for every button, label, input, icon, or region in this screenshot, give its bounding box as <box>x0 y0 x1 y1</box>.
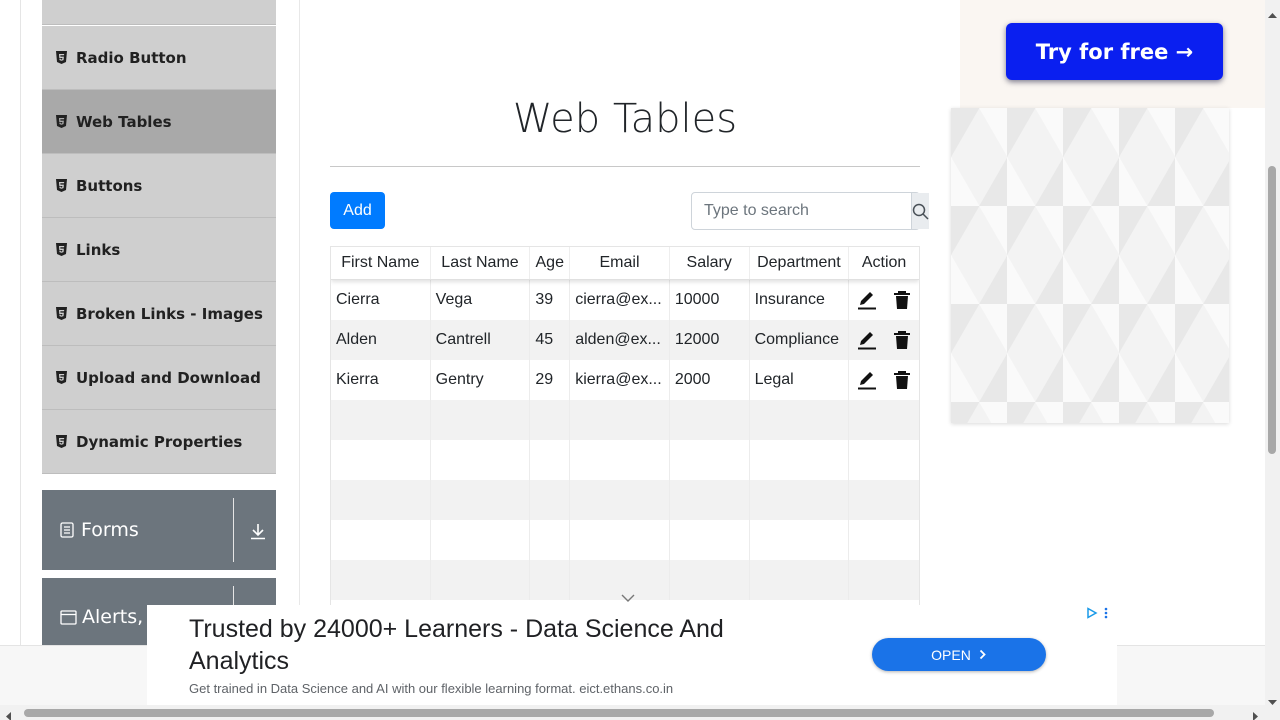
page-title: Web Tables <box>512 96 738 142</box>
sidebar-item-label: Upload and Download <box>76 368 261 387</box>
vertical-scrollbar-thumb[interactable] <box>1268 166 1276 454</box>
cell-email: cierra@ex... <box>570 280 670 320</box>
delete-icon[interactable] <box>893 370 911 390</box>
column-header-action[interactable]: Action <box>849 247 919 279</box>
open-label: OPEN <box>931 646 971 663</box>
cell-last-name: Cantrell <box>431 320 531 360</box>
cell-age: 29 <box>530 360 571 400</box>
html5-icon <box>56 370 68 385</box>
table-body: Cierra Vega 39 cierra@ex... 10000 Insura… <box>331 280 919 600</box>
sidebar-item-label: Buttons <box>76 176 143 195</box>
sidebar-border <box>299 0 300 705</box>
edit-icon[interactable] <box>857 330 877 350</box>
edit-icon[interactable] <box>857 370 877 390</box>
search-box <box>691 192 929 230</box>
html5-icon <box>56 50 68 65</box>
cell-salary: 12000 <box>670 320 750 360</box>
search-icon <box>912 203 929 220</box>
html5-icon <box>56 434 68 449</box>
sidebar-item-web-tables[interactable]: Web Tables <box>42 90 276 154</box>
sidebar-group-label: Forms <box>81 519 139 541</box>
left-border <box>20 0 21 705</box>
sidebar-item-links[interactable]: Links <box>42 218 276 282</box>
chevron-right-icon <box>979 649 987 660</box>
table-row-empty <box>331 520 919 560</box>
cell-department: Legal <box>750 360 850 400</box>
column-header-last-name[interactable]: Last Name <box>431 247 531 279</box>
html5-icon <box>56 114 68 129</box>
sidebar-item-label: Links <box>76 240 121 259</box>
cell-department: Compliance <box>750 320 850 360</box>
ad-choices-icon[interactable] <box>1086 607 1098 619</box>
cell-email: alden@ex... <box>570 320 670 360</box>
horizontal-scrollbar-thumb[interactable] <box>24 709 1214 717</box>
side-ad-image <box>951 108 1229 423</box>
table-row: Alden Cantrell 45 alden@ex... 12000 Comp… <box>331 320 919 360</box>
page: Radio Button Web Tables Buttons Links Br… <box>0 0 1280 720</box>
group-divider <box>233 498 234 562</box>
scroll-right-arrow-icon[interactable] <box>1253 708 1259 720</box>
delete-icon[interactable] <box>893 330 911 350</box>
column-header-first-name[interactable]: First Name <box>331 247 431 279</box>
cell-salary: 2000 <box>670 360 750 400</box>
form-icon <box>60 522 74 538</box>
add-button[interactable]: Add <box>330 192 385 229</box>
html5-icon <box>56 306 68 321</box>
try-for-free-button[interactable]: Try for free → <box>1006 23 1223 80</box>
cell-last-name: Vega <box>431 280 531 320</box>
sidebar-item-buttons[interactable]: Buttons <box>42 154 276 218</box>
cell-department: Insurance <box>750 280 850 320</box>
search-button[interactable] <box>911 193 929 229</box>
cell-last-name: Gentry <box>431 360 531 400</box>
sidebar-item-upload-download[interactable]: Upload and Download <box>42 346 276 410</box>
cell-action <box>849 360 919 400</box>
html5-icon <box>56 242 68 257</box>
sidebar-group-forms[interactable]: Forms <box>42 490 276 570</box>
search-input[interactable] <box>692 193 911 229</box>
edit-icon[interactable] <box>857 290 877 310</box>
more-options-icon[interactable] <box>1104 607 1108 619</box>
table-row: Kierra Gentry 29 kierra@ex... 2000 Legal <box>331 360 919 400</box>
sidebar-item-partial[interactable] <box>42 0 276 25</box>
bottom-ad: Trusted by 24000+ Learners - Data Scienc… <box>147 605 1117 705</box>
column-header-email[interactable]: Email <box>570 247 670 279</box>
cell-age: 45 <box>530 320 571 360</box>
table-row-empty <box>331 440 919 480</box>
cell-age: 39 <box>530 280 571 320</box>
table-row: Cierra Vega 39 cierra@ex... 10000 Insura… <box>331 280 919 320</box>
ad-choices[interactable] <box>1086 607 1108 619</box>
sidebar-item-label: Radio Button <box>76 48 187 67</box>
title-divider <box>330 166 920 167</box>
cell-salary: 10000 <box>670 280 750 320</box>
cell-email: kierra@ex... <box>570 360 670 400</box>
scroll-left-arrow-icon[interactable] <box>5 708 11 720</box>
open-button[interactable]: OPEN <box>872 638 1046 671</box>
ad-headline[interactable]: Trusted by 24000+ Learners - Data Scienc… <box>189 613 829 677</box>
sidebar-item-label: Web Tables <box>76 112 172 131</box>
cell-first-name: Cierra <box>331 280 431 320</box>
column-header-salary[interactable]: Salary <box>670 247 750 279</box>
delete-icon[interactable] <box>893 290 911 310</box>
sidebar-item-radio-button[interactable]: Radio Button <box>42 26 276 90</box>
sidebar-item-dynamic-properties[interactable]: Dynamic Properties <box>42 410 276 474</box>
column-header-department[interactable]: Department <box>750 247 850 279</box>
cell-action <box>849 320 919 360</box>
ad-subtext: Get trained in Data Science and AI with … <box>189 681 674 696</box>
table-row-empty <box>331 400 919 440</box>
download-icon[interactable] <box>250 523 266 545</box>
scroll-up-arrow-icon[interactable] <box>1268 5 1277 23</box>
cell-first-name: Alden <box>331 320 431 360</box>
sidebar-item-label: Dynamic Properties <box>76 432 243 451</box>
html5-icon <box>56 178 68 193</box>
window-icon <box>60 609 77 625</box>
cell-action <box>849 280 919 320</box>
web-table: First Name Last Name Age Email Salary De… <box>330 246 920 606</box>
sidebar-item-broken-links[interactable]: Broken Links - Images <box>42 282 276 346</box>
table-header: First Name Last Name Age Email Salary De… <box>331 247 919 280</box>
table-row-empty <box>331 480 919 520</box>
column-header-age[interactable]: Age <box>530 247 571 279</box>
sidebar-item-label: Broken Links - Images <box>76 304 263 323</box>
cell-first-name: Kierra <box>331 360 431 400</box>
